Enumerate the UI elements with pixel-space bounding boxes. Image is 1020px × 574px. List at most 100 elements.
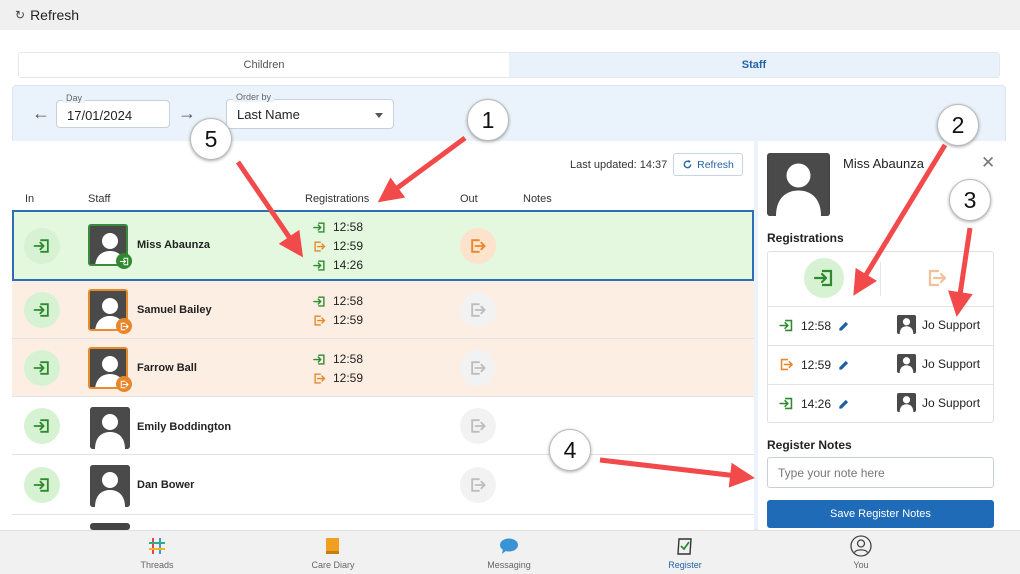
pencil-icon[interactable]	[837, 319, 851, 333]
column-header-notes: Notes	[523, 193, 552, 205]
registration-entry: 12:59	[312, 237, 363, 255]
sign-in-button[interactable]	[24, 467, 60, 503]
sign-out-button[interactable]	[460, 408, 496, 444]
sign-out-button[interactable]	[460, 228, 496, 264]
sign-in-icon	[812, 266, 836, 290]
chevron-down-icon[interactable]	[375, 113, 383, 118]
person-icon	[90, 407, 130, 449]
registered-by-name: Jo Support	[922, 395, 981, 410]
nav-you[interactable]: You	[816, 534, 906, 570]
avatar	[90, 407, 130, 449]
nav-register[interactable]: Register	[640, 534, 730, 570]
sign-out-icon	[778, 356, 795, 373]
sign-in-button[interactable]	[24, 228, 60, 264]
divider	[768, 306, 993, 307]
staff-name: Emily Boddington	[137, 421, 232, 433]
tab-children[interactable]: Children	[19, 53, 509, 77]
sign-out-button[interactable]	[460, 292, 496, 328]
tab-staff[interactable]: Staff	[509, 53, 999, 77]
register-notes-input[interactable]	[767, 457, 994, 488]
registration-time: 12:59	[333, 239, 364, 253]
divider	[768, 345, 993, 346]
registered-by: Jo Support	[897, 315, 980, 334]
order-by-value[interactable]: Last Name	[237, 107, 300, 122]
nav-care-diary[interactable]: Care Diary	[288, 534, 378, 570]
callout-2: 2	[937, 104, 979, 146]
save-register-notes-button[interactable]: Save Register Notes	[767, 500, 994, 528]
registration-entry: 12:58	[312, 218, 363, 236]
refresh-button[interactable]: Refresh	[673, 153, 743, 176]
sign-in-icon	[312, 258, 327, 273]
detail-staff-name: Miss Abaunza	[843, 156, 924, 171]
column-header-staff: Staff	[88, 193, 111, 205]
chat-bubble-icon	[499, 534, 519, 558]
pencil-icon[interactable]	[837, 358, 851, 372]
sign-out-button[interactable]	[917, 258, 957, 298]
register-notes-heading: Register Notes	[767, 438, 852, 452]
day-picker[interactable]: Day 17/01/2024	[56, 93, 170, 128]
avatar	[897, 393, 916, 412]
registration-entry: 12:58	[778, 317, 851, 334]
divider	[880, 262, 881, 296]
signed-out-badge-icon	[116, 376, 132, 392]
refresh-icon	[683, 159, 692, 169]
previous-day-arrow-icon[interactable]: ←	[32, 104, 50, 122]
sign-out-button[interactable]	[460, 467, 496, 503]
close-icon[interactable]: ✕	[981, 153, 995, 173]
registered-by-name: Jo Support	[922, 356, 981, 371]
sign-out-icon	[468, 416, 488, 436]
sign-in-button[interactable]	[804, 258, 844, 298]
person-icon	[767, 153, 830, 216]
sign-in-icon	[778, 395, 795, 412]
person-icon	[90, 465, 130, 507]
order-by-select[interactable]: Order by Last Name	[226, 92, 394, 129]
sign-out-button[interactable]	[460, 350, 496, 386]
sign-in-icon	[32, 236, 52, 256]
sign-out-icon	[468, 475, 488, 495]
refresh-button-label: Refresh	[697, 158, 734, 171]
registration-entry: 14:26	[312, 256, 363, 274]
nav-messaging[interactable]: Messaging	[464, 534, 554, 570]
column-header-out: Out	[460, 193, 478, 205]
next-day-arrow-icon[interactable]: →	[178, 104, 196, 122]
refresh-icon[interactable]: ↻	[15, 8, 25, 22]
day-value[interactable]: 17/01/2024	[67, 108, 132, 123]
nav-label: Care Diary	[311, 560, 355, 570]
avatar	[897, 315, 916, 334]
divider	[768, 384, 993, 385]
callout-3: 3	[949, 179, 991, 221]
sign-in-icon	[778, 317, 795, 334]
registration-time: 12:59	[333, 313, 364, 327]
sign-out-icon	[312, 239, 327, 254]
sign-in-icon	[312, 220, 327, 235]
nav-label: You	[853, 560, 869, 570]
sign-out-icon	[468, 300, 488, 320]
registration-entry: 14:26	[778, 395, 851, 412]
avatar	[90, 465, 130, 507]
callout-1: 1	[467, 99, 509, 141]
sign-in-button[interactable]	[24, 408, 60, 444]
registered-by-name: Jo Support	[922, 317, 981, 332]
sign-in-icon	[32, 475, 52, 495]
view-tabs: Children Staff	[18, 52, 1000, 78]
registration-time: 12:58	[333, 294, 364, 308]
registration-entry: 12:59	[312, 369, 363, 387]
callout-4: 4	[549, 429, 591, 471]
staff-name: Samuel Bailey	[137, 304, 212, 316]
registration-entry: 12:58	[312, 350, 363, 368]
signed-in-badge-icon	[116, 253, 132, 269]
staff-name: Dan Bower	[137, 479, 195, 491]
sign-in-icon	[32, 358, 52, 378]
sign-in-button[interactable]	[24, 292, 60, 328]
nav-label: Register	[668, 560, 702, 570]
nav-threads[interactable]: Threads	[112, 534, 202, 570]
registration-entry: 12:59	[778, 356, 851, 373]
top-refresh-label[interactable]: Refresh	[30, 7, 79, 23]
pencil-icon[interactable]	[837, 397, 851, 411]
sign-in-button[interactable]	[24, 350, 60, 386]
avatar	[897, 354, 916, 373]
register-icon	[675, 534, 695, 558]
day-label: Day	[63, 93, 86, 103]
sign-out-icon	[312, 371, 327, 386]
sign-in-icon	[32, 416, 52, 436]
